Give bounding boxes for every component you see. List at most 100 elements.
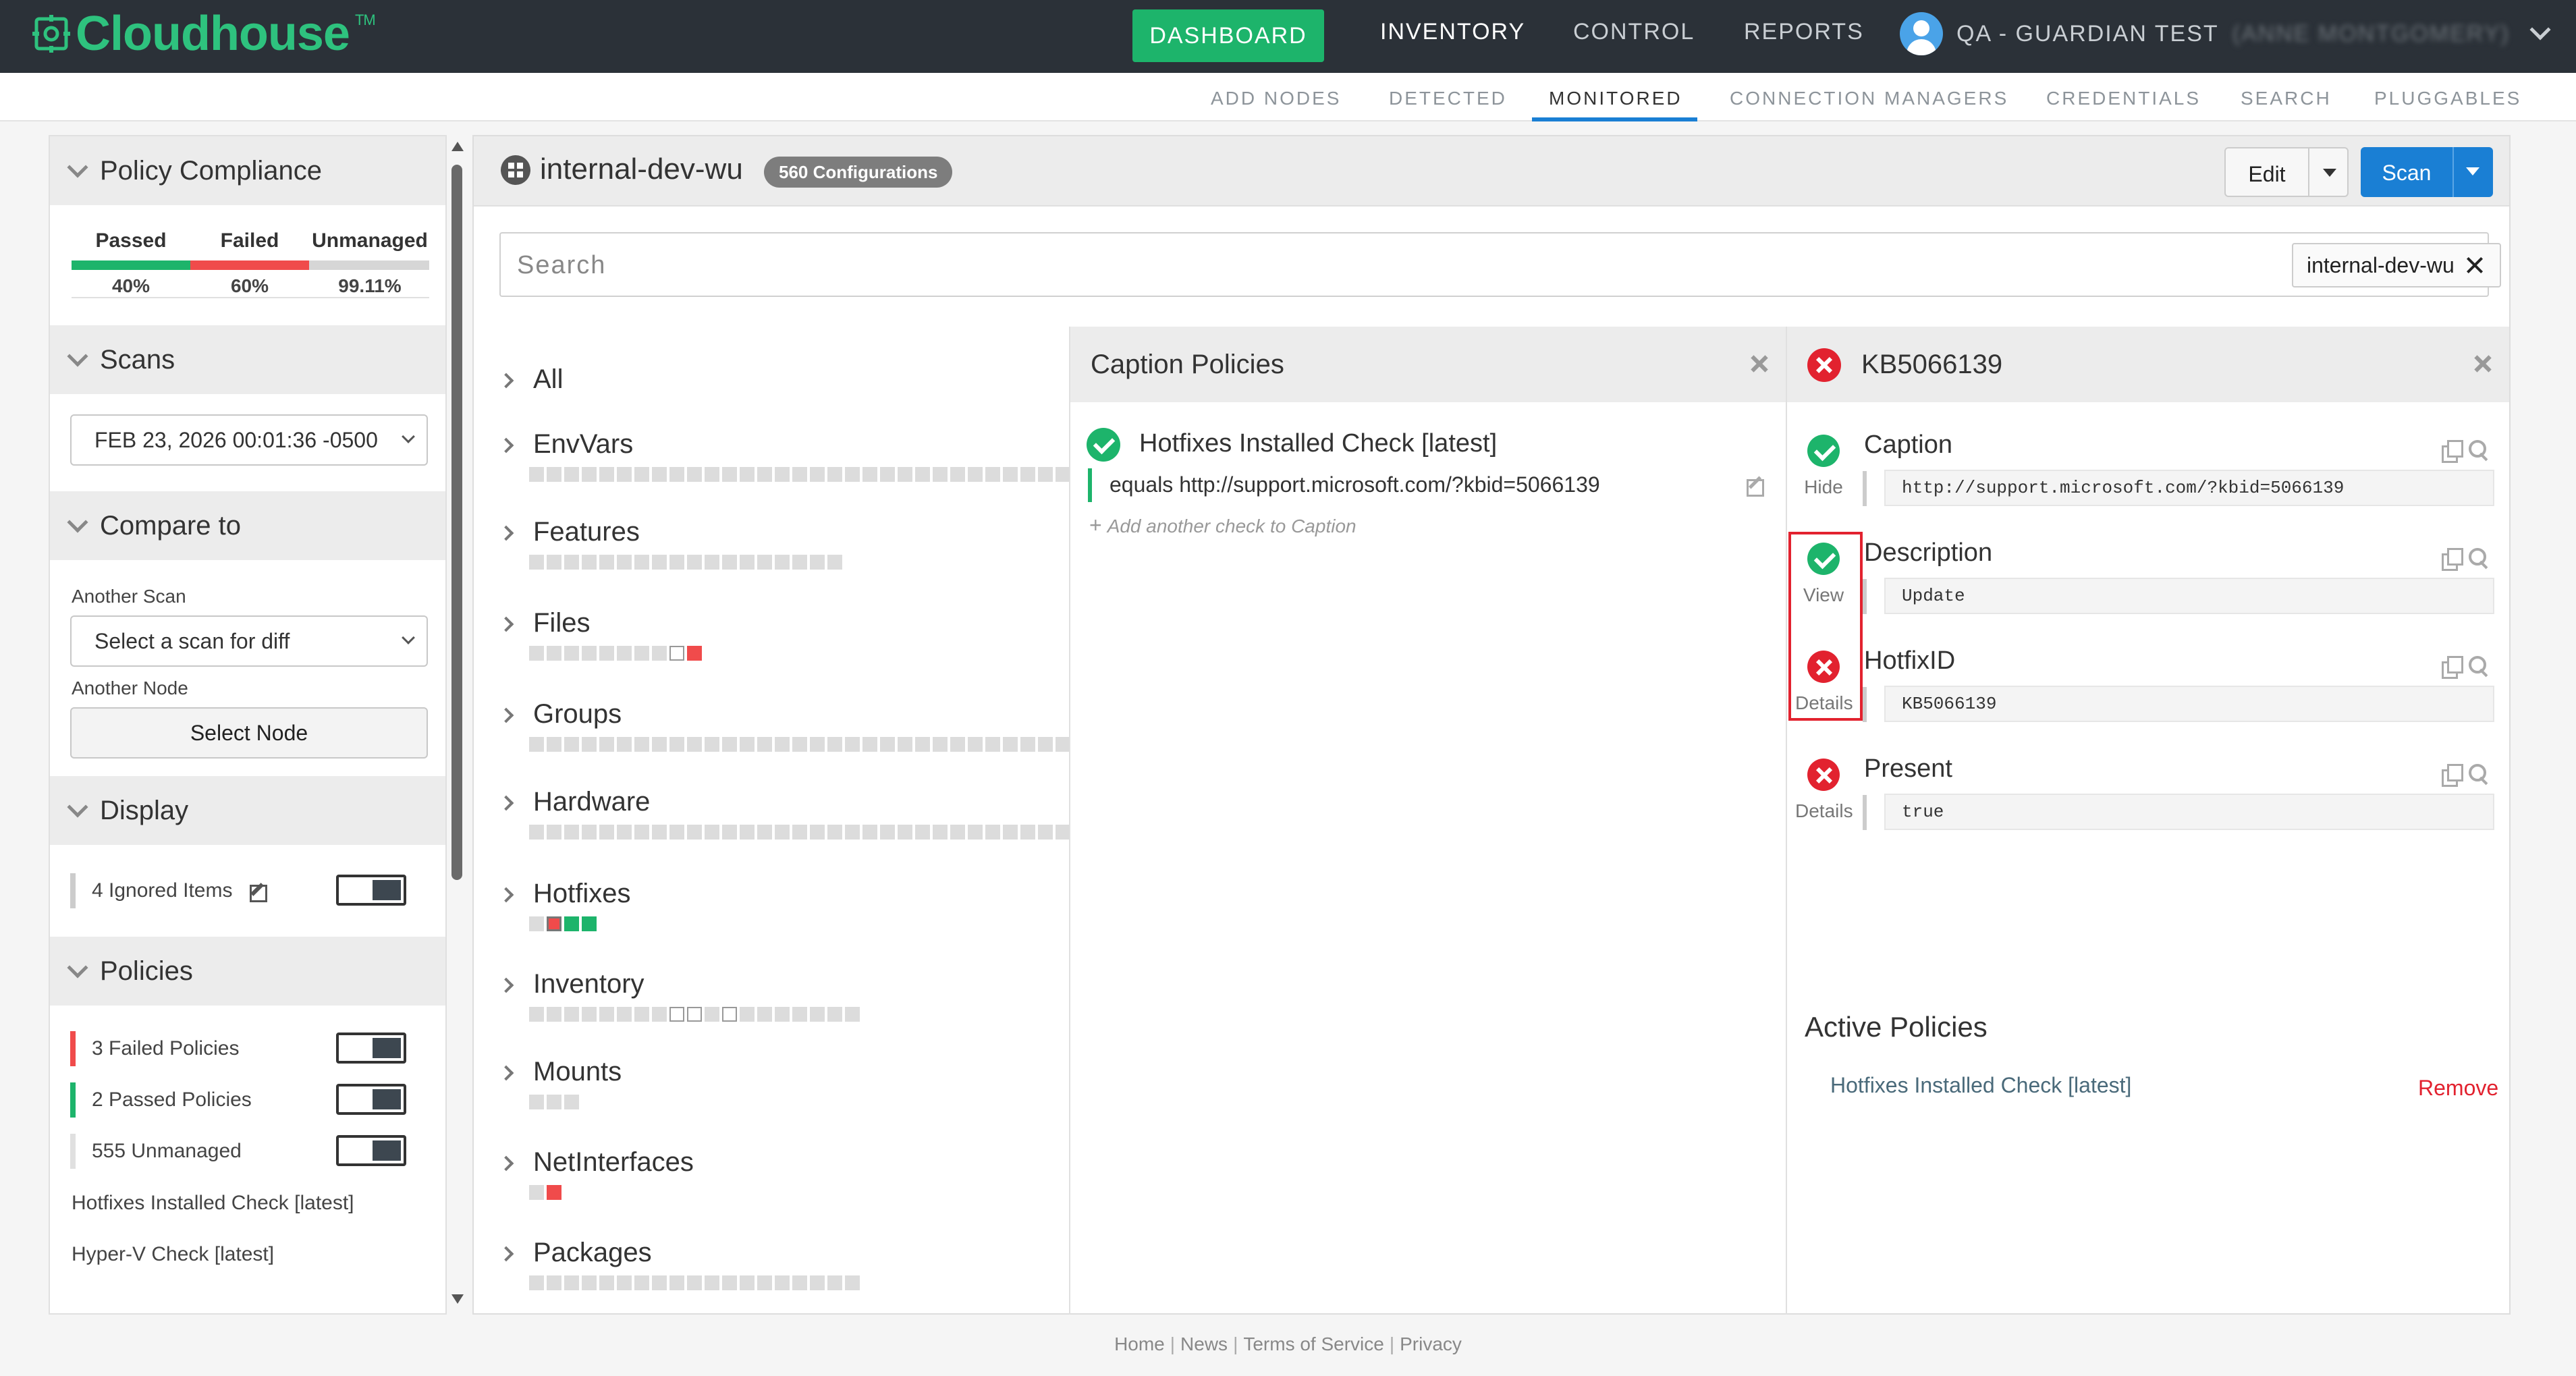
section-compare-to[interactable]: Compare to [50,491,445,560]
config-status-square[interactable] [845,1275,860,1290]
search-input[interactable] [517,247,2137,283]
config-status-square[interactable] [564,825,579,840]
footer-link-news[interactable]: News [1180,1333,1228,1354]
config-status-square[interactable] [599,1007,614,1022]
copy-icon[interactable] [2442,656,2463,679]
config-status-square[interactable] [617,737,632,752]
state-link[interactable]: Details [1795,800,1853,822]
close-icon[interactable] [1749,354,1770,374]
nav-control[interactable]: CONTROL [1573,19,1695,45]
config-status-square[interactable] [792,1007,807,1022]
config-status-square[interactable] [634,737,649,752]
diff-scan-select[interactable]: Select a scan for diff [70,615,428,667]
config-status-square[interactable] [617,555,632,570]
config-status-square[interactable] [862,737,877,752]
config-status-square[interactable] [547,1185,561,1200]
config-status-square[interactable] [669,646,684,661]
config-status-square[interactable] [547,737,561,752]
config-status-square[interactable] [617,1007,632,1022]
footer-link-terms[interactable]: Terms of Service [1243,1333,1384,1354]
scroll-down-arrow-icon[interactable] [451,1294,464,1304]
config-status-square[interactable] [827,555,842,570]
config-status-square[interactable] [529,646,544,661]
config-status-square[interactable] [687,467,702,482]
config-status-square[interactable] [1003,467,1018,482]
subnav-search[interactable]: SEARCH [2241,88,2332,109]
config-status-square[interactable] [582,1007,597,1022]
config-status-square[interactable] [985,467,1000,482]
close-icon[interactable] [2465,255,2485,275]
edit-icon[interactable] [248,881,269,902]
config-status-square[interactable] [775,1007,790,1022]
config-status-square[interactable] [617,467,632,482]
config-status-square[interactable] [582,916,597,931]
config-status-square[interactable] [845,737,860,752]
config-status-square[interactable] [792,737,807,752]
config-status-square[interactable] [915,737,930,752]
config-status-square[interactable] [617,1275,632,1290]
config-status-square[interactable] [529,1275,544,1290]
config-status-square[interactable] [722,555,737,570]
config-status-square[interactable] [810,737,825,752]
config-status-square[interactable] [669,1007,684,1022]
config-status-square[interactable] [827,467,842,482]
copy-icon[interactable] [2442,548,2463,571]
config-status-square[interactable] [775,1275,790,1290]
config-status-square[interactable] [705,1275,719,1290]
config-status-square[interactable] [722,737,737,752]
config-status-square[interactable] [827,1007,842,1022]
config-status-square[interactable] [757,825,772,840]
config-status-square[interactable] [529,916,544,931]
filter-chip[interactable]: internal-dev-wu [2292,243,2501,287]
config-status-square[interactable] [599,555,614,570]
config-status-square[interactable] [862,825,877,840]
section-scans[interactable]: Scans [50,325,445,394]
config-status-square[interactable] [810,555,825,570]
config-status-square[interactable] [915,825,930,840]
config-status-square[interactable] [810,1275,825,1290]
config-status-square[interactable] [669,555,684,570]
remove-link[interactable]: Remove [2418,1076,2498,1101]
ignored-items-toggle[interactable] [336,875,406,906]
copy-icon[interactable] [2442,764,2463,787]
config-status-square[interactable] [705,825,719,840]
config-status-square[interactable] [687,737,702,752]
config-status-square[interactable] [898,737,912,752]
config-status-square[interactable] [1020,467,1035,482]
config-status-square[interactable] [775,825,790,840]
section-policies[interactable]: Policies [50,937,445,1006]
config-status-square[interactable] [599,825,614,840]
user-menu[interactable]: QA - GUARDIAN TEST (ANNE MONTGOMERY) [1900,9,2551,58]
config-status-square[interactable] [582,646,597,661]
config-status-square[interactable] [634,1007,649,1022]
config-status-square[interactable] [757,1275,772,1290]
footer-link-privacy[interactable]: Privacy [1400,1333,1462,1354]
config-status-square[interactable] [810,825,825,840]
config-status-square[interactable] [634,555,649,570]
config-status-square[interactable] [582,825,597,840]
config-status-square[interactable] [1003,825,1018,840]
config-status-square[interactable] [687,1007,702,1022]
section-policy-compliance[interactable]: Policy Compliance [50,136,445,205]
config-status-square[interactable] [1020,825,1035,840]
config-status-square[interactable] [792,825,807,840]
config-status-square[interactable] [740,555,755,570]
config-status-square[interactable] [968,825,983,840]
config-status-square[interactable] [722,467,737,482]
config-status-square[interactable] [599,646,614,661]
config-status-square[interactable] [1020,737,1035,752]
config-status-square[interactable] [547,555,561,570]
config-status-square[interactable] [1038,825,1053,840]
config-status-square[interactable] [740,825,755,840]
config-status-square[interactable] [529,1095,544,1109]
nav-inventory[interactable]: INVENTORY [1380,19,1525,45]
config-status-square[interactable] [687,646,702,661]
config-status-square[interactable] [687,825,702,840]
scan-select[interactable]: FEB 23, 2026 00:01:36 -0500 [70,414,428,466]
search-icon[interactable] [2469,764,2490,786]
config-status-square[interactable] [775,467,790,482]
config-status-square[interactable] [547,1275,561,1290]
config-status-square[interactable] [985,825,1000,840]
config-status-square[interactable] [652,467,667,482]
subnav-add-nodes[interactable]: ADD NODES [1211,88,1341,109]
